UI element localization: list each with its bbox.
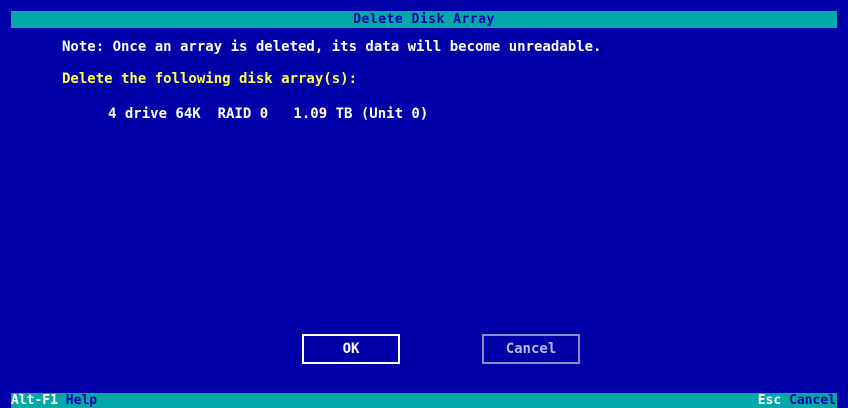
esc-key: Esc [757,393,782,408]
status-bar: Alt-F1 Help Esc Cancel [11,393,837,408]
dialog-title: Delete Disk Array [11,11,837,28]
delete-prompt: Delete the following disk array(s): [62,71,358,87]
help-key: Alt-F1 [11,393,58,408]
help-label: Help [65,393,98,408]
bios-screen: Delete Disk Array Note: Once an array is… [0,0,848,408]
esc-label: Cancel [789,393,836,408]
warning-note: Note: Once an array is deleted, its data… [62,39,602,55]
disk-array-item[interactable]: 4 drive 64K RAID 0 1.09 TB (Unit 0) [108,105,428,123]
ok-button[interactable]: OK [302,334,400,364]
cancel-button[interactable]: Cancel [482,334,580,364]
help-hint[interactable]: Alt-F1 Help [11,393,97,408]
cancel-hint[interactable]: Esc Cancel [758,393,836,408]
